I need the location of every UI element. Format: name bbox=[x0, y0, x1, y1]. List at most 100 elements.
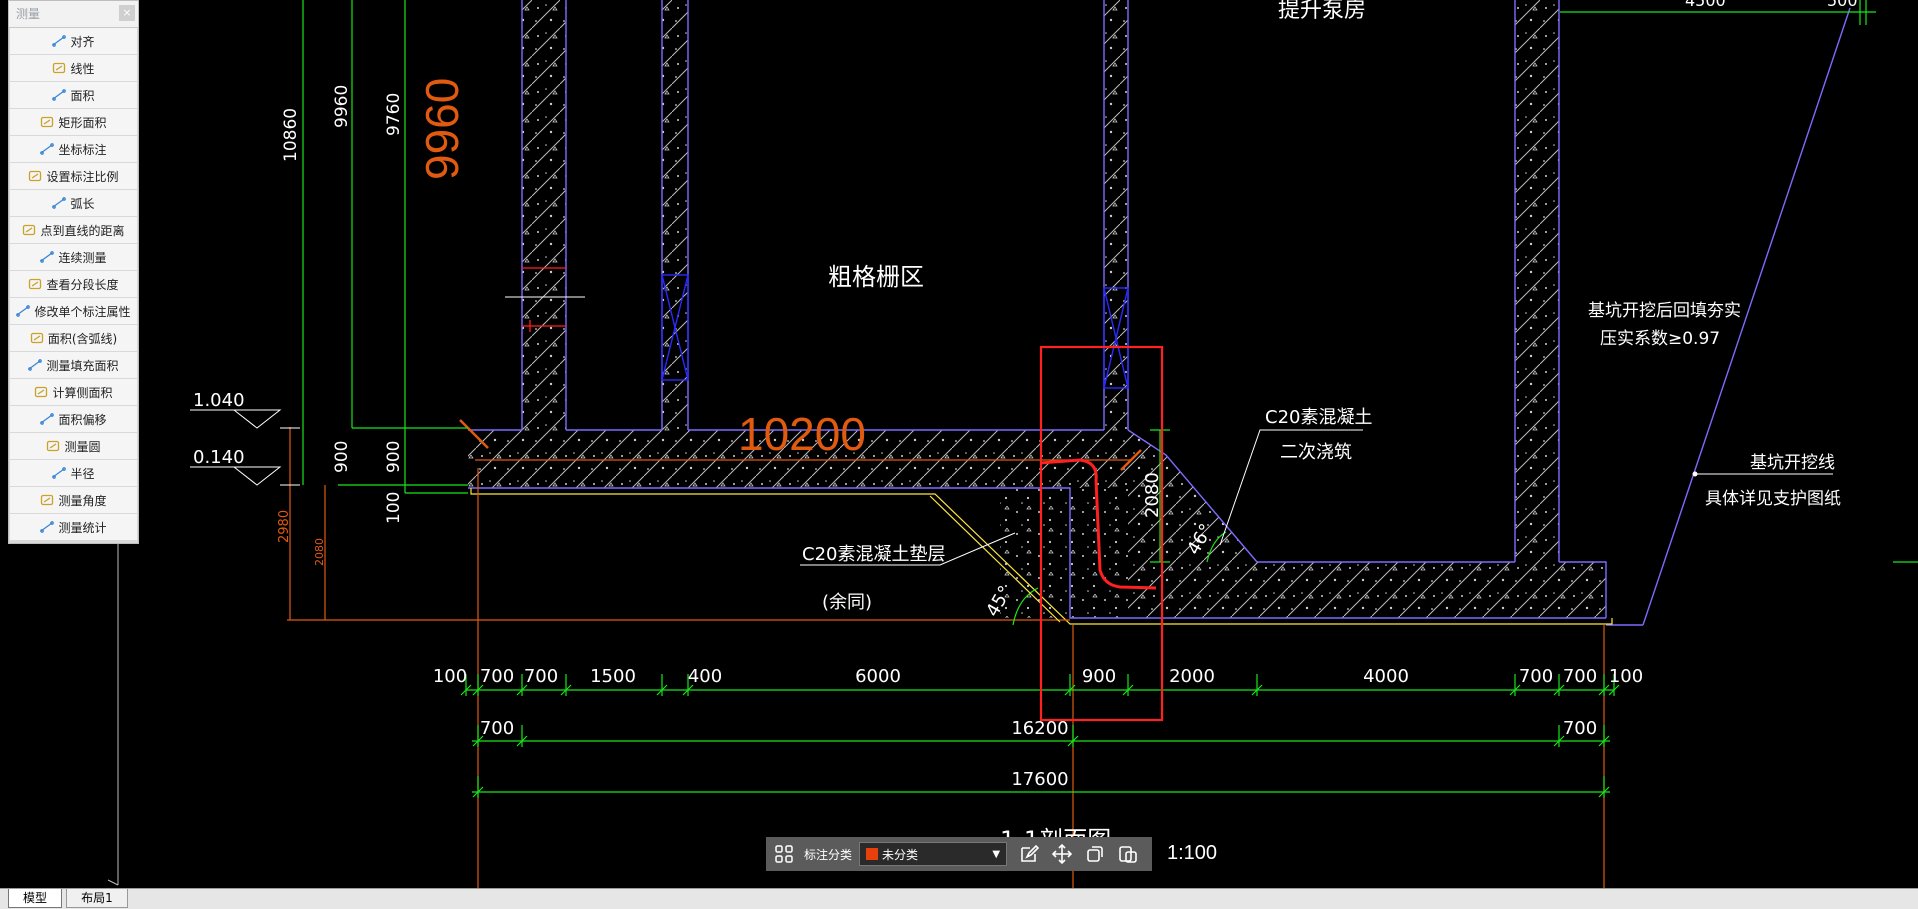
tool-label: 测量填充面积 bbox=[46, 358, 119, 373]
row1-dimension: 700 bbox=[1519, 666, 1553, 687]
linear-measure-icon bbox=[52, 62, 66, 74]
tool-button[interactable]: 面积偏移 bbox=[10, 406, 137, 432]
point-line-distance-icon bbox=[22, 224, 36, 236]
panel-title: 测量 × bbox=[9, 1, 138, 28]
continuous-measure-icon bbox=[40, 251, 55, 263]
tool-button[interactable]: 修改单个标注属性 bbox=[10, 298, 137, 324]
row1-dimension: 700 bbox=[480, 666, 514, 687]
row2-dimension: 700 bbox=[480, 718, 514, 739]
tool-label: 查看分段长度 bbox=[46, 277, 119, 292]
cad-drawing-canvas[interactable]: 提升泵房 粗格栅区 基坑开挖后回填夯实 压实系数≥0.97 C20素混凝土 二次… bbox=[0, 0, 1918, 908]
category-dropdown[interactable]: 未分类 ▼ bbox=[859, 842, 1008, 866]
vdim-900b: 900 bbox=[384, 441, 404, 473]
radius-icon bbox=[52, 467, 67, 479]
tool-button[interactable]: 矩形面积 bbox=[10, 109, 137, 135]
tool-button[interactable]: 点到直线的距离 bbox=[10, 217, 137, 243]
tab-model[interactable]: 模型 bbox=[8, 889, 62, 908]
row1-dimension: 400 bbox=[688, 666, 722, 687]
copy-icon[interactable] bbox=[1084, 843, 1106, 865]
vdim-9760: 9760 bbox=[384, 93, 404, 136]
tool-button[interactable]: 查看分段长度 bbox=[10, 271, 137, 297]
row1-dimension: 100 bbox=[1609, 666, 1643, 687]
elevation-2: 0.140 bbox=[193, 447, 245, 468]
backfill-line1: 基坑开挖后回填夯实 bbox=[1588, 301, 1741, 321]
concrete-walls bbox=[468, 0, 1606, 618]
row1-dimension: 6000 bbox=[855, 666, 901, 687]
tool-button[interactable]: 面积(含弧线) bbox=[10, 325, 137, 351]
side-area-icon bbox=[34, 386, 48, 398]
big-dim-10200: 10200 bbox=[738, 408, 866, 460]
tool-label: 面积 bbox=[70, 88, 95, 103]
row2-dimension: 16200 bbox=[1011, 718, 1068, 739]
tool-label: 面积(含弧线) bbox=[47, 331, 118, 346]
segment-length-icon bbox=[28, 278, 42, 290]
tool-label: 线性 bbox=[70, 61, 95, 76]
room-label: 粗格栅区 bbox=[828, 263, 924, 291]
arc-length-icon bbox=[52, 197, 67, 209]
area-offset-icon bbox=[40, 413, 55, 425]
category-label: 标注分类 bbox=[804, 847, 853, 862]
horizontal-dimensions: 100 700 700 1500 400 6000 900 2000 4000 700 700 100… bbox=[433, 666, 1643, 790]
align-measure-icon bbox=[52, 35, 67, 47]
arc-area-icon bbox=[30, 332, 44, 344]
tab-layout1[interactable]: 布局1 bbox=[66, 889, 128, 908]
scale-label: 1:100 bbox=[1167, 842, 1218, 864]
tool-label: 半径 bbox=[70, 466, 95, 481]
row1-dimension: 100 bbox=[433, 666, 467, 687]
edit-annotation-icon bbox=[16, 305, 31, 317]
paste-icon[interactable] bbox=[1117, 843, 1139, 865]
move-icon[interactable] bbox=[1051, 843, 1073, 865]
rect-area-icon bbox=[40, 116, 54, 128]
edit-icon[interactable] bbox=[1018, 843, 1040, 865]
statistics-icon bbox=[40, 521, 55, 533]
coordinate-icon bbox=[40, 143, 55, 155]
top-dim-1: 4500 bbox=[1685, 0, 1726, 10]
tool-button[interactable]: 坐标标注 bbox=[10, 136, 137, 162]
tool-button[interactable]: 测量角度 bbox=[10, 487, 137, 513]
vdim-2080-small: 2080 bbox=[313, 538, 326, 566]
tool-label: 连续测量 bbox=[58, 250, 107, 265]
tool-button[interactable]: 弧长 bbox=[10, 190, 137, 216]
fill-area-icon bbox=[28, 359, 43, 371]
tool-button[interactable]: 对齐 bbox=[10, 28, 137, 54]
tool-label: 修改单个标注属性 bbox=[34, 304, 131, 319]
concrete2-line2: 二次浇筑 bbox=[1280, 442, 1352, 463]
row1-dimension: 700 bbox=[524, 666, 558, 687]
angle-measure-icon bbox=[40, 494, 54, 506]
row1-dimension: 4000 bbox=[1363, 666, 1409, 687]
tool-button[interactable]: 半径 bbox=[10, 460, 137, 486]
circle-measure-icon bbox=[46, 440, 60, 452]
big-dim-9960: 9960 bbox=[416, 78, 468, 180]
row2-dimension: 700 bbox=[1563, 718, 1597, 739]
area-measure-icon bbox=[52, 89, 67, 101]
tool-button[interactable]: 测量填充面积 bbox=[10, 352, 137, 378]
tool-label: 弧长 bbox=[70, 196, 95, 211]
cushion-label: C20素混凝土垫层 bbox=[802, 544, 945, 565]
same-label: (余同) bbox=[822, 592, 872, 613]
layout-tabs: 模型 布局1 bbox=[0, 888, 1918, 909]
concrete2-line1: C20素混凝土 bbox=[1265, 407, 1372, 428]
tool-label: 面积偏移 bbox=[58, 412, 107, 427]
tool-button[interactable]: 测量统计 bbox=[10, 514, 137, 540]
tool-button[interactable]: 测量圆 bbox=[10, 433, 137, 459]
tool-label: 设置标注比例 bbox=[46, 169, 119, 184]
category-grid-icon[interactable] bbox=[774, 844, 794, 864]
tool-button[interactable]: 连续测量 bbox=[10, 244, 137, 270]
chevron-down-icon: ▼ bbox=[992, 848, 1001, 860]
close-icon[interactable]: × bbox=[119, 5, 135, 21]
orange-lines bbox=[287, 419, 1605, 900]
pit-line1: 基坑开挖线 bbox=[1750, 453, 1835, 473]
panel-title-text: 测量 bbox=[16, 7, 41, 21]
tool-button[interactable]: 设置标注比例 bbox=[10, 163, 137, 189]
tool-button[interactable]: 面积 bbox=[10, 82, 137, 108]
category-color-swatch bbox=[866, 848, 879, 860]
vdim-2980: 2980 bbox=[277, 510, 292, 543]
pit-line2: 具体详见支护图纸 bbox=[1705, 489, 1841, 509]
vdim-9960: 9960 bbox=[332, 85, 352, 128]
tool-button[interactable]: 计算侧面积 bbox=[10, 379, 137, 405]
opening-marks bbox=[661, 274, 1129, 389]
tool-label: 坐标标注 bbox=[58, 142, 107, 157]
vdim-2080: 2080 bbox=[1142, 472, 1163, 518]
tool-button[interactable]: 线性 bbox=[10, 55, 137, 81]
row1-dimension: 700 bbox=[1563, 666, 1597, 687]
